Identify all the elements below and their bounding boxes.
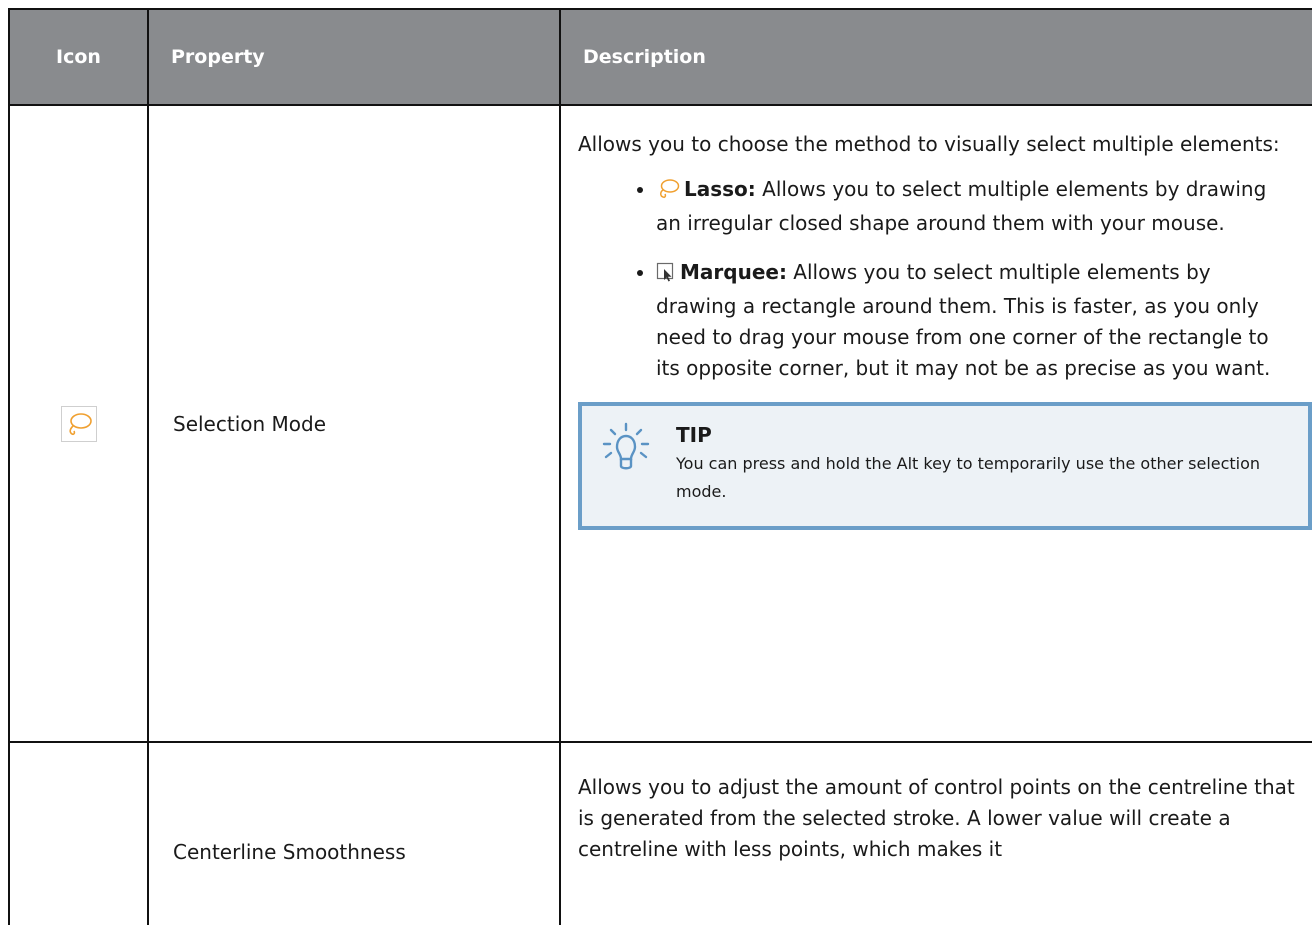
selection-mode-list: Lasso: Allows you to select multiple ele… [578,174,1296,384]
property-name: Selection Mode [147,104,561,743]
description-intro: Allows you to choose the method to visua… [578,132,1280,156]
description-text: Allows you to adjust the amount of contr… [578,775,1295,861]
option-label: Marquee: [680,260,787,284]
tip-box: TIP You can press and hold the Alt key t… [578,402,1312,530]
option-label: Lasso: [684,177,756,201]
icon-cell [8,104,149,743]
tip-title: TIP [676,423,712,447]
table-row: Centerline Smoothness Allows you to adju… [8,741,1312,925]
property-name: Centerline Smoothness [147,741,561,925]
lasso-icon [656,177,680,208]
header-description: Description [559,8,1312,106]
marquee-icon [656,260,676,291]
description-cell: Allows you to choose the method to visua… [559,104,1312,743]
list-item: Lasso: Allows you to select multiple ele… [656,174,1296,239]
tip-body: TIP You can press and hold the Alt key t… [656,422,1288,506]
icon-cell [8,741,149,925]
lightbulb-icon [602,422,656,506]
description-cell: Allows you to adjust the amount of contr… [559,741,1312,925]
table-row: Selection Mode Allows you to choose the … [8,104,1312,743]
properties-table: Icon Property Description Selection Mode [8,8,1312,925]
header-icon: Icon [8,8,149,106]
list-item: Marquee: Allows you to select multiple e… [656,257,1296,384]
tip-text: You can press and hold the Alt key to te… [676,454,1261,501]
header-property: Property [147,8,561,106]
page: Icon Property Description Selection Mode [0,0,1312,925]
lasso-icon [60,405,97,442]
table-header-row: Icon Property Description [8,8,1312,106]
